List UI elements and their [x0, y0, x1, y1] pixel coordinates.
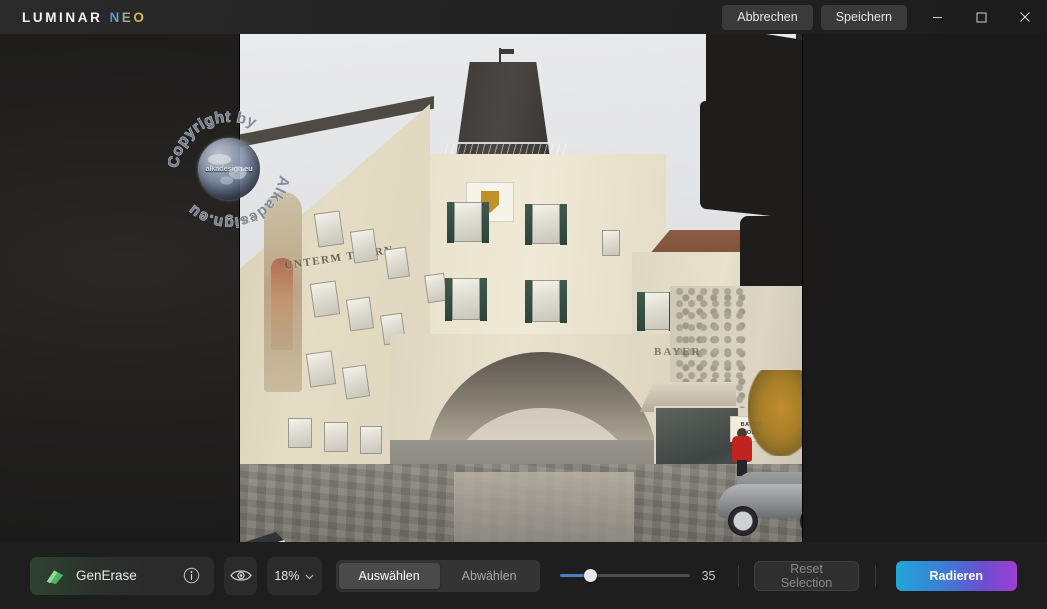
deselect-mode-button[interactable]: Abwählen [442, 563, 537, 589]
toggle-preview-visibility-button[interactable] [224, 556, 258, 595]
window [349, 228, 379, 264]
toolbar-divider [874, 564, 876, 587]
erase-button[interactable]: Radieren [895, 560, 1017, 591]
window-shuttered [524, 279, 568, 323]
logo-secondary-text: NEO [109, 9, 147, 25]
street-through-arch [454, 472, 634, 542]
brush-size-value: 35 [701, 568, 716, 583]
title-bar: LUMINAR NEO Abbrechen Speichern [0, 0, 1047, 34]
window-shuttered [444, 277, 488, 321]
brush-size-slider-handle[interactable] [584, 569, 598, 582]
app-logo: LUMINAR NEO [22, 10, 147, 25]
parked-car [718, 472, 802, 536]
car-wheel [728, 506, 758, 536]
window [345, 296, 375, 332]
overhead-sign [700, 100, 802, 220]
cancel-button[interactable]: Abbrechen [722, 4, 813, 30]
window [288, 418, 312, 448]
pedestrian-red-jacket [732, 436, 752, 462]
window [313, 210, 345, 248]
tool-name-label: GenErase [76, 568, 137, 583]
window-shuttered [524, 203, 568, 245]
window [309, 280, 341, 318]
save-button[interactable]: Speichern [820, 4, 907, 30]
image-canvas[interactable]: UNTERM THURN RN BAYER opyright by lkades… [0, 34, 1047, 542]
tool-panel-generase[interactable]: GenErase [30, 556, 215, 595]
window [324, 422, 348, 452]
autumn-tree [748, 370, 802, 456]
maximize-icon[interactable] [959, 0, 1003, 34]
shop-sign-text: BAYER [654, 346, 702, 358]
window [602, 230, 620, 256]
selection-mode-segmented-control[interactable]: Auswählen Abwählen [335, 559, 540, 592]
weather-vane-icon [488, 48, 514, 64]
toolbar-divider [737, 564, 739, 587]
minimize-icon[interactable] [915, 0, 959, 34]
select-mode-button[interactable]: Auswählen [338, 562, 440, 589]
bottom-toolbar: GenErase 18% Auswählen Abwählen 35 Reset… [0, 542, 1047, 609]
pedestrian-figure [732, 428, 752, 476]
wall-fresco [264, 192, 302, 392]
close-icon[interactable] [1003, 0, 1047, 34]
window-shuttered [637, 291, 677, 331]
window [360, 426, 382, 454]
brush-size-slider[interactable] [559, 569, 690, 582]
zoom-level-selector[interactable]: 18% [267, 556, 322, 595]
eraser-icon [46, 570, 64, 584]
titlebar-actions: Abbrechen Speichern [722, 0, 1047, 34]
window [384, 246, 410, 280]
zoom-level-label: 18% [274, 568, 300, 583]
photo-preview[interactable]: UNTERM THURN RN BAYER [240, 34, 802, 542]
window-shuttered [446, 201, 490, 243]
window [341, 364, 371, 400]
info-icon[interactable] [180, 565, 202, 587]
logo-primary-text: LUMINAR [22, 9, 103, 25]
luminar-neo-window: LUMINAR NEO Abbrechen Speichern UNTERM T… [0, 0, 1047, 609]
eye-icon[interactable] [230, 565, 252, 587]
window [305, 350, 337, 388]
brush-size-control[interactable]: 35 [559, 557, 722, 595]
chevron-down-icon[interactable] [305, 567, 314, 585]
reset-selection-button[interactable]: Reset Selection [754, 560, 859, 591]
